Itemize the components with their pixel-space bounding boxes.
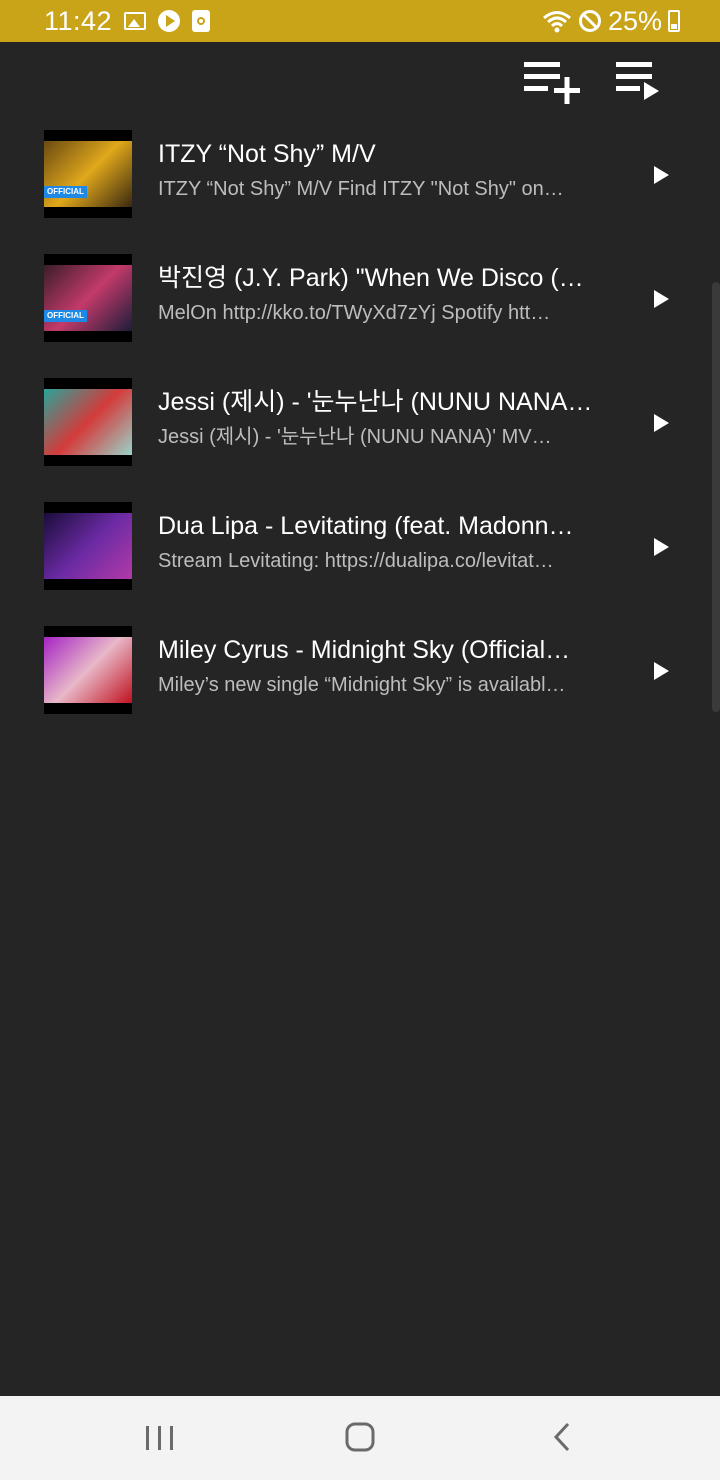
video-list-item[interactable]: OFFICIAL ITZY “Not Shy” M/V ITZY “Not Sh…	[0, 122, 720, 246]
home-button[interactable]	[328, 1414, 392, 1462]
video-thumbnail[interactable]: OFFICIAL	[44, 130, 132, 218]
back-icon	[553, 1422, 570, 1452]
video-description: Stream Levitating: https://dualipa.co/le…	[158, 550, 554, 572]
video-thumbnail[interactable]: OFFICIAL	[44, 254, 132, 342]
video-description: Jessi (제시) - '눈누난나 (NUNU NANA)' MV…	[158, 426, 552, 448]
play-button[interactable]	[646, 656, 676, 686]
add-to-playlist-button[interactable]	[520, 54, 584, 110]
video-title: Miley Cyrus - Midnight Sky (Official…	[158, 636, 571, 664]
video-list-item[interactable]: Jessi (제시) - '눈누난나 (NUNU NANA… Jessi (제시…	[0, 370, 720, 494]
thumbnail-image	[44, 637, 132, 703]
video-thumbnail[interactable]	[44, 378, 132, 466]
video-title: Dua Lipa - Levitating (feat. Madonn…	[158, 512, 574, 540]
thumbnail-image	[44, 389, 132, 455]
play-button[interactable]	[646, 408, 676, 438]
recent-apps-button[interactable]	[128, 1414, 192, 1462]
do-not-disturb-icon	[578, 10, 601, 32]
scrollbar[interactable]	[712, 282, 720, 712]
play-button[interactable]	[646, 160, 676, 190]
video-thumbnail[interactable]	[44, 626, 132, 714]
play-circle-icon	[158, 10, 181, 32]
recent-apps-icon	[146, 1426, 173, 1450]
status-bar: 11:42 25%	[0, 0, 720, 42]
play-button[interactable]	[646, 284, 676, 314]
playlist-play-icon	[616, 62, 659, 100]
square-app-icon	[192, 10, 211, 32]
battery-icon	[668, 10, 680, 32]
video-thumbnail[interactable]	[44, 502, 132, 590]
wifi-icon	[542, 11, 571, 33]
play-button[interactable]	[646, 532, 676, 562]
status-time: 11:42	[44, 5, 113, 36]
video-list: OFFICIAL ITZY “Not Shy” M/V ITZY “Not Sh…	[0, 122, 720, 742]
gallery-icon	[124, 12, 147, 30]
video-title: Jessi (제시) - '눈누난나 (NUNU NANA…	[158, 388, 593, 416]
video-description: Miley’s new single “Midnight Sky” is ava…	[158, 674, 566, 696]
official-badge: OFFICIAL	[44, 186, 87, 198]
navigation-bar	[0, 1396, 720, 1480]
thumbnail-image	[44, 513, 132, 579]
status-system-icons: 25%	[542, 6, 680, 37]
video-list-item[interactable]: Miley Cyrus - Midnight Sky (Official… Mi…	[0, 618, 720, 742]
toolbar	[0, 42, 720, 122]
video-title: ITZY “Not Shy” M/V	[158, 140, 376, 168]
home-icon	[345, 1422, 375, 1452]
status-notification-icons	[124, 10, 211, 32]
playlist-add-icon	[524, 62, 580, 104]
official-badge: OFFICIAL	[44, 310, 87, 322]
video-list-item[interactable]: Dua Lipa - Levitating (feat. Madonn… Str…	[0, 494, 720, 618]
play-playlist-button[interactable]	[612, 54, 676, 110]
battery-percent: 25%	[607, 5, 662, 36]
video-description: ITZY “Not Shy” M/V Find ITZY "Not Shy" o…	[158, 178, 564, 200]
back-button[interactable]	[530, 1414, 594, 1462]
video-list-item[interactable]: OFFICIAL 박진영 (J.Y. Park) "When We Disco …	[0, 246, 720, 370]
video-description: MelOn http://kko.to/TWyXd7zYj Spotify ht…	[158, 302, 551, 324]
video-title: 박진영 (J.Y. Park) "When We Disco (D…	[158, 264, 598, 292]
